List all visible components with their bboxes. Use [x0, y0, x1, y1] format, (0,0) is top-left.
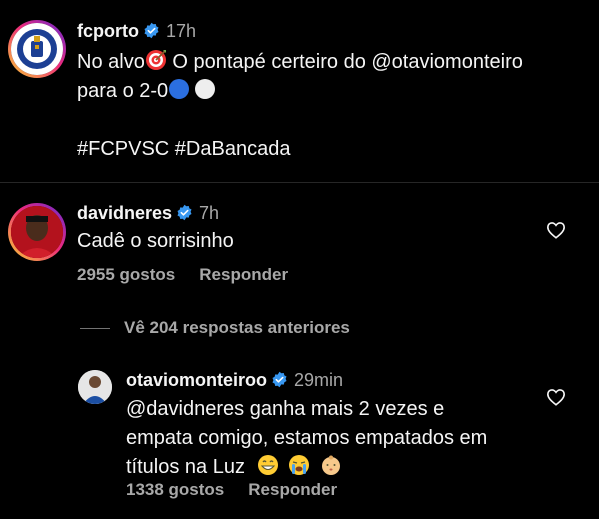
baby-emoji-icon — [321, 455, 340, 475]
post-time: 17h — [166, 21, 197, 41]
otaviomonteiroo-avatar[interactable] — [78, 370, 112, 404]
crying-emoji-icon — [289, 455, 310, 475]
comment-text: Cadê o sorrisinho — [77, 230, 234, 252]
post-caption: fcporto 17h No alvo O pontapé certeiro do… — [0, 0, 599, 183]
caption-line2: para o 2-0 — [77, 80, 169, 102]
verified-badge-icon — [272, 371, 287, 388]
comment-like-heart-icon[interactable] — [546, 221, 566, 239]
reply-time: 29min — [294, 370, 344, 390]
caption-line1-start: No alvo — [77, 51, 145, 73]
reply-like-heart-icon[interactable] — [546, 388, 566, 406]
view-previous-replies-button[interactable]: Vê 204 respostas anteriores — [80, 318, 350, 338]
reply-username[interactable]: otaviomonteiroo — [126, 370, 267, 390]
verified-badge-icon — [144, 22, 159, 39]
reply-line3: títulos na Luz — [126, 456, 245, 478]
reply-line1: @davidneres ganha mais 2 vezes e — [126, 398, 445, 420]
comment-time: 7h — [199, 203, 220, 223]
comment-username[interactable]: davidneres — [77, 203, 172, 223]
comment-likes[interactable]: 2955 gostos — [77, 265, 175, 284]
comment-reply-button[interactable]: Responder — [199, 265, 288, 284]
blue-circle-emoji-icon — [169, 79, 190, 99]
fcporto-avatar[interactable] — [8, 20, 66, 78]
view-replies-label: Vê 204 respostas anteriores — [124, 318, 350, 337]
person-photo-icon — [78, 370, 112, 404]
white-circle-emoji-icon — [195, 79, 216, 99]
post-username[interactable]: fcporto — [77, 21, 139, 41]
person-photo-icon — [11, 206, 63, 258]
reply-line2: empata comigo, estamos empatados em — [126, 427, 488, 449]
divider-line — [80, 328, 110, 330]
fcporto-crest-icon — [17, 29, 57, 69]
reply-likes[interactable]: 1338 gostos — [126, 480, 224, 499]
caption-hashtags[interactable]: #FCPVSC #DaBancada — [77, 135, 523, 164]
reply-text: @davidneres ganha mais 2 vezes e empata … — [126, 395, 487, 482]
caption-line1-end: O pontapé certeiro do @otaviomonteiro — [166, 51, 523, 73]
reply-reply-button[interactable]: Responder — [248, 480, 337, 499]
verified-badge-icon — [177, 204, 192, 221]
grinning-emoji-icon — [257, 455, 278, 475]
target-emoji-icon — [145, 50, 166, 70]
davidneres-avatar[interactable] — [8, 203, 66, 261]
post-caption-text: No alvo O pontapé certeiro do @otaviomon… — [77, 48, 523, 164]
